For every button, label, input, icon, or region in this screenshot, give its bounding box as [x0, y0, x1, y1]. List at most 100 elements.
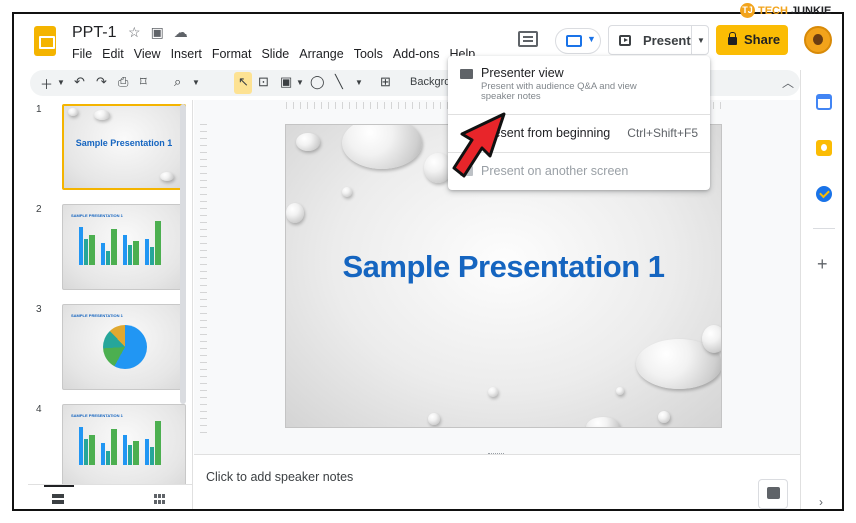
keep-icon[interactable]: [816, 140, 832, 156]
new-slide-icon[interactable]: ＋: [40, 74, 53, 93]
star-icon[interactable]: ☆: [128, 24, 141, 41]
text-box-icon[interactable]: ⊡: [258, 74, 269, 90]
slide-thumbnail-4[interactable]: SAMPLE PRESENTATION 1: [62, 404, 186, 490]
zoom-icon[interactable]: ⌕: [174, 74, 181, 90]
slide-thumbnail-1[interactable]: Sample Presentation 1: [62, 104, 186, 190]
menu-insert[interactable]: Insert: [171, 47, 202, 61]
zoom-dropdown[interactable]: ▼: [192, 78, 200, 87]
active-view-indicator: [44, 485, 74, 487]
line-icon[interactable]: ╲: [335, 74, 343, 90]
menu-slide[interactable]: Slide: [261, 47, 289, 61]
image-dropdown[interactable]: ▼: [296, 78, 304, 87]
thumbnail-title: Sample Presentation 1: [75, 138, 173, 148]
speaker-notes-placeholder: Click to add speaker notes: [206, 470, 354, 484]
account-avatar[interactable]: [804, 26, 832, 54]
water-drop: [616, 387, 624, 395]
move-folder-icon[interactable]: ▣: [151, 24, 164, 41]
app-window: PPT-1 ☆ ▣ ☁ File Edit View Insert Format…: [12, 12, 844, 511]
present-to-meeting-button[interactable]: ▼: [555, 28, 601, 54]
watermark-badge: TJ: [740, 3, 755, 18]
grid-view-icon[interactable]: [154, 494, 166, 504]
new-slide-layout-dropdown[interactable]: ▼: [57, 78, 65, 87]
water-drop: [296, 133, 320, 151]
menu-arrange[interactable]: Arrange: [299, 47, 343, 61]
filmstrip-view-toggle: [28, 484, 192, 509]
add-addon-icon[interactable]: +: [817, 254, 828, 275]
present-label: Present: [643, 33, 691, 48]
water-drop: [702, 325, 721, 353]
water-drop: [342, 125, 422, 169]
play-slideshow-icon: [619, 35, 631, 46]
menu-format[interactable]: Format: [212, 47, 252, 61]
water-drop: [286, 203, 304, 223]
present-button[interactable]: Present: [608, 25, 692, 55]
present-options-dropdown[interactable]: ▼: [691, 25, 709, 55]
menu-bar: File Edit View Insert Format Slide Arran…: [72, 47, 485, 61]
chevron-right-icon[interactable]: ›: [819, 495, 823, 509]
calendar-icon[interactable]: [816, 94, 832, 110]
slide-number: 2: [36, 204, 42, 215]
watermark-text-2: JUNKIE: [790, 4, 832, 17]
add-comment-icon[interactable]: ⊞: [380, 74, 391, 90]
lock-icon: [728, 32, 737, 45]
share-label: Share: [744, 32, 781, 47]
water-drop: [68, 108, 78, 116]
line-dropdown[interactable]: ▼: [355, 78, 363, 87]
water-drop: [342, 187, 352, 197]
watermark-text-1: TECH: [758, 4, 788, 17]
select-cursor-icon[interactable]: ↖: [238, 74, 249, 90]
paint-format-icon[interactable]: ⌑: [140, 74, 147, 90]
share-button[interactable]: Share: [716, 25, 788, 55]
shape-icon[interactable]: ◯: [310, 74, 325, 90]
water-drop: [488, 387, 498, 397]
menu-addons[interactable]: Add-ons: [393, 47, 440, 61]
cloud-status-icon[interactable]: ☁: [174, 24, 188, 41]
undo-icon[interactable]: ↶: [74, 74, 85, 90]
side-panel: + ›: [800, 70, 842, 509]
red-pointer-arrow-icon: [452, 112, 506, 178]
menu-view[interactable]: View: [134, 47, 161, 61]
techjunkie-watermark: TJ TECH JUNKIE: [740, 3, 831, 18]
vertical-ruler: [200, 124, 207, 434]
slide-thumbnail-2[interactable]: SAMPLE PRESENTATION 1: [62, 204, 186, 290]
pie-chart-preview: [103, 325, 147, 369]
presenter-view-icon: [460, 69, 473, 79]
chevron-down-icon: ▼: [587, 34, 596, 44]
water-drop: [658, 411, 670, 423]
bar-chart-preview: [79, 417, 171, 465]
meeting-icon: [566, 35, 582, 47]
bar-chart-preview: [79, 217, 171, 265]
comment-history-icon[interactable]: [518, 31, 538, 47]
water-drop: [160, 172, 174, 181]
menu-file[interactable]: File: [72, 47, 92, 61]
filmstrip-view-icon[interactable]: [52, 494, 64, 504]
slide-filmstrip: 1 Sample Presentation 1 2 SAMPLE PRESENT…: [28, 100, 194, 490]
filmstrip-scrollbar[interactable]: [180, 104, 186, 404]
menu-item-description: Present with audience Q&A and view speak…: [481, 81, 637, 102]
title-actions: ☆ ▣ ☁: [128, 24, 188, 41]
slide-title[interactable]: Sample Presentation 1: [286, 249, 721, 285]
water-drop: [586, 417, 620, 427]
tasks-icon[interactable]: [816, 186, 832, 202]
slides-logo-icon[interactable]: [34, 26, 56, 56]
slide-number: 1: [36, 104, 42, 115]
menu-tools[interactable]: Tools: [354, 47, 383, 61]
document-title[interactable]: PPT-1: [72, 24, 116, 42]
image-icon[interactable]: ▣: [280, 74, 292, 90]
filmstrip-divider[interactable]: [192, 100, 193, 509]
water-drop: [428, 413, 440, 425]
menu-edit[interactable]: Edit: [102, 47, 124, 61]
slide-number: 4: [36, 404, 42, 415]
menu-item-presenter-view[interactable]: Presenter view Present with audience Q&A…: [448, 66, 710, 102]
print-icon[interactable]: ⎙: [118, 74, 128, 90]
speaker-notes[interactable]: Click to add speaker notes: [194, 454, 800, 509]
menu-item-label: Presenter view: [481, 66, 564, 80]
menu-item-shortcut: Ctrl+Shift+F5: [627, 126, 698, 140]
water-drop: [94, 110, 110, 120]
redo-icon[interactable]: ↷: [96, 74, 107, 90]
explore-button[interactable]: [758, 479, 788, 509]
collapse-toolbar-icon[interactable]: ︿: [782, 74, 794, 91]
slide-thumbnail-3[interactable]: SAMPLE PRESENTATION 1: [62, 304, 186, 390]
thumbnail-title: SAMPLE PRESENTATION 1: [71, 313, 123, 318]
side-panel-divider: [813, 228, 835, 229]
